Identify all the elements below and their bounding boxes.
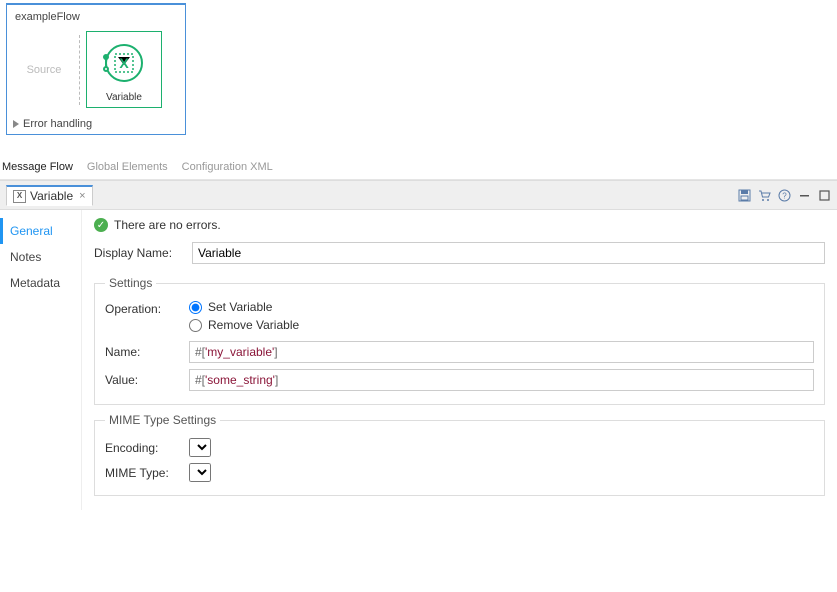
help-icon[interactable]: ?	[777, 188, 791, 202]
mime-type-label: MIME Type:	[105, 466, 181, 480]
side-tab-general[interactable]: General	[0, 218, 81, 244]
mime-settings-legend: MIME Type Settings	[105, 413, 220, 427]
encoding-select[interactable]	[189, 438, 211, 457]
editor-tabs: Message Flow Global Elements Configurati…	[0, 153, 837, 180]
expand-icon	[13, 120, 19, 128]
settings-group: Settings Operation: Set Variable Remove …	[94, 276, 825, 405]
display-name-label: Display Name:	[94, 246, 184, 260]
properties-side-tabs: General Notes Metadata	[0, 210, 82, 510]
svg-text:X: X	[119, 55, 129, 71]
divider	[79, 35, 80, 105]
svg-text:?: ?	[782, 191, 787, 200]
properties-form: ✓ There are no errors. Display Name: Set…	[82, 210, 837, 510]
tab-message-flow[interactable]: Message Flow	[2, 161, 73, 173]
value-input[interactable]: #['some_string']	[189, 369, 814, 391]
error-handling-label: Error handling	[23, 118, 92, 130]
properties-title: Variable	[30, 189, 73, 203]
source-placeholder[interactable]: Source	[15, 64, 73, 76]
variable-node[interactable]: X Variable	[86, 31, 162, 108]
flow-canvas: exampleFlow Source X Variable	[0, 0, 837, 153]
status-row: ✓ There are no errors.	[94, 218, 825, 238]
flow-title: exampleFlow	[7, 5, 185, 25]
variable-icon: X	[13, 190, 26, 203]
tab-configuration-xml[interactable]: Configuration XML	[182, 161, 273, 173]
tab-global-elements[interactable]: Global Elements	[87, 161, 168, 173]
properties-titlebar: X Variable × ?	[0, 180, 837, 210]
mime-type-select[interactable]	[189, 463, 211, 482]
mime-settings-group: MIME Type Settings Encoding: MIME Type:	[94, 413, 825, 496]
side-tab-notes[interactable]: Notes	[0, 244, 81, 270]
value-label: Value:	[105, 373, 181, 387]
operation-label: Operation:	[105, 300, 181, 332]
display-name-input[interactable]	[192, 242, 825, 264]
status-text: There are no errors.	[114, 218, 221, 232]
settings-legend: Settings	[105, 276, 156, 290]
flow-container[interactable]: exampleFlow Source X Variable	[6, 4, 186, 135]
properties-tab[interactable]: X Variable ×	[6, 185, 93, 206]
variable-node-icon: X	[87, 36, 161, 90]
name-input[interactable]: #['my_variable']	[189, 341, 814, 363]
radio-set-variable[interactable]	[189, 301, 202, 314]
encoding-label: Encoding:	[105, 441, 181, 455]
cart-icon[interactable]	[757, 188, 771, 202]
maximize-icon[interactable]	[817, 188, 831, 202]
side-tab-metadata[interactable]: Metadata	[0, 270, 81, 296]
save-icon[interactable]	[737, 188, 751, 202]
check-icon: ✓	[94, 218, 108, 232]
radio-remove-variable[interactable]	[189, 319, 202, 332]
minimize-icon[interactable]	[797, 188, 811, 202]
error-handling-toggle[interactable]: Error handling	[7, 114, 185, 134]
variable-node-label: Variable	[87, 90, 161, 103]
operation-remove-variable[interactable]: Remove Variable	[189, 318, 299, 332]
operation-set-variable[interactable]: Set Variable	[189, 300, 299, 314]
name-label: Name:	[105, 345, 181, 359]
close-icon[interactable]: ×	[79, 190, 85, 202]
